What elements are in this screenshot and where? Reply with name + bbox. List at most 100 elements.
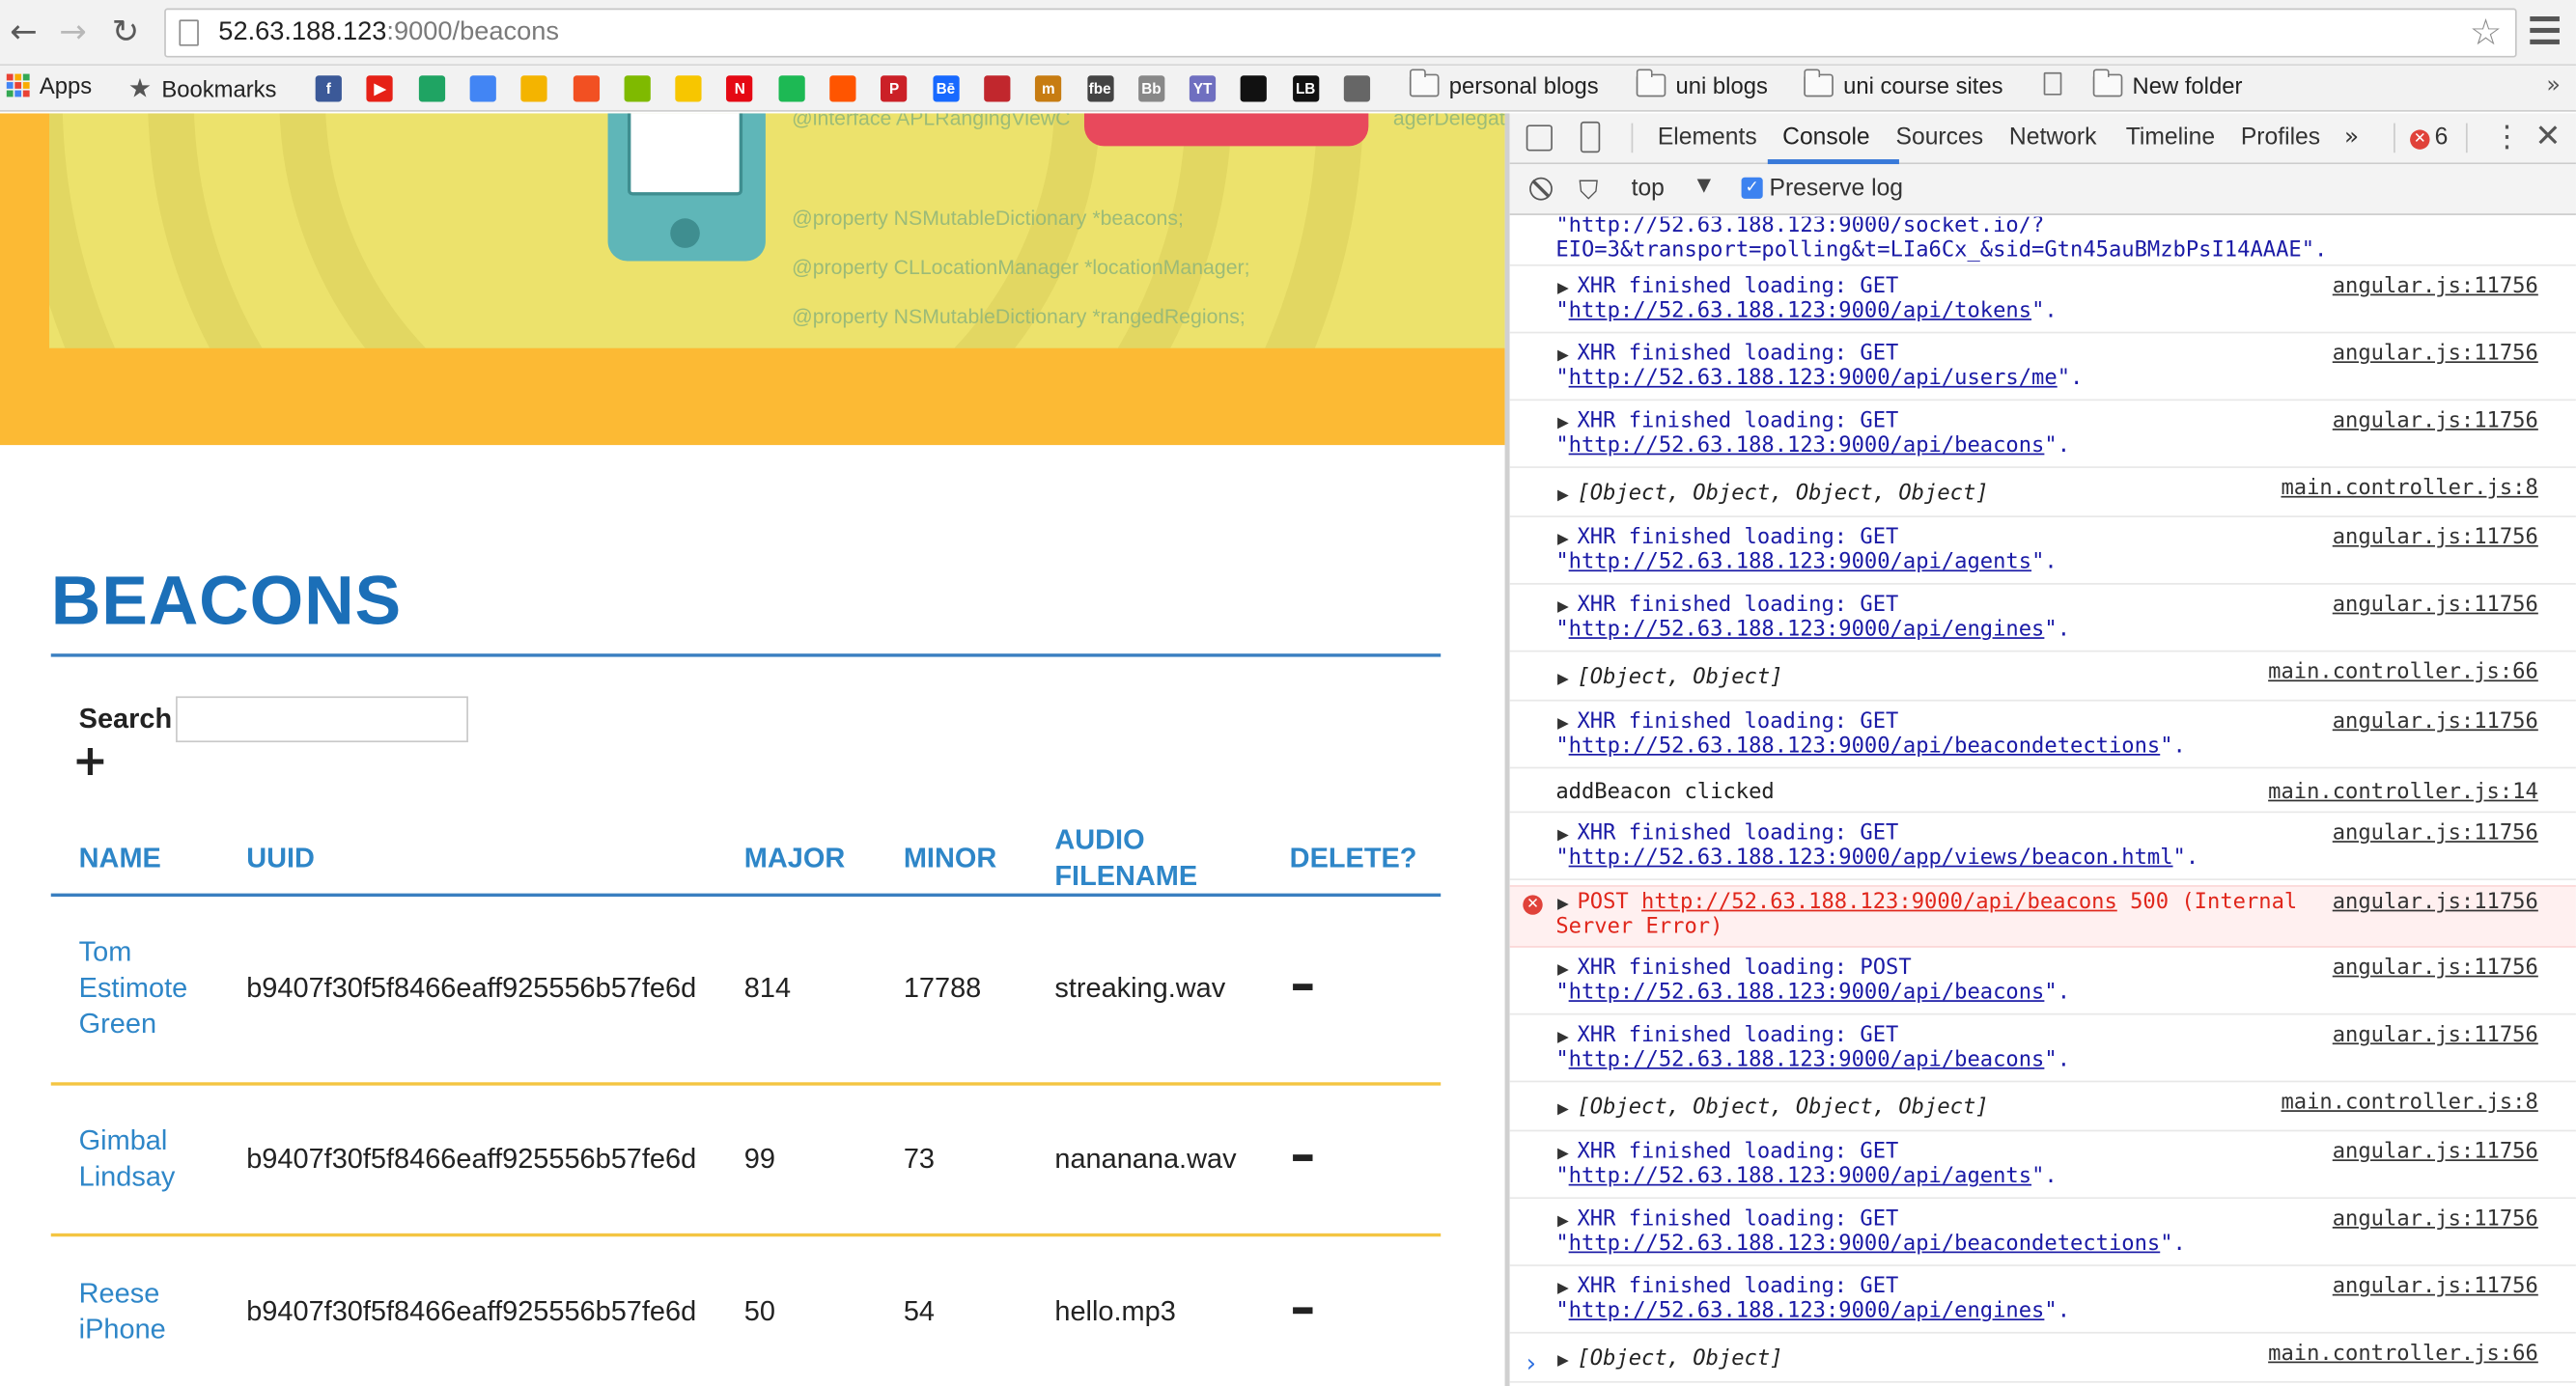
console-object-preview[interactable]: [Object, Object, Object, Object] bbox=[1577, 1095, 1988, 1121]
reload-icon[interactable]: ↻ bbox=[112, 14, 140, 49]
bookmark-blank-page[interactable] bbox=[2043, 71, 2062, 96]
bookmark-favicon-icon[interactable]: Bē bbox=[932, 75, 959, 102]
bookmark-favicon-icon[interactable] bbox=[984, 75, 1011, 102]
forward-icon[interactable]: → bbox=[59, 14, 87, 49]
console-source-link[interactable]: angular.js:11756 bbox=[2333, 593, 2538, 618]
console-entry[interactable]: ▶ XHR finished loading: GET "http://52.63.… bbox=[1509, 707, 2576, 769]
bookmark-folder-personal-blogs[interactable]: personal blogs bbox=[1409, 69, 1599, 98]
console-source-link[interactable]: angular.js:11756 bbox=[2333, 342, 2538, 367]
back-icon[interactable]: ← bbox=[10, 14, 38, 49]
console-url-link[interactable]: http://52.63.188.123:9000/api/engines bbox=[1569, 1299, 2045, 1324]
console-url-line[interactable]: EIO=3&transport=polling&t=LIa6Cx_&sid=Gt… bbox=[1555, 238, 2327, 263]
tab-timeline[interactable]: Timeline bbox=[2126, 125, 2215, 151]
console-url-line[interactable]: "http://52.63.188.123:9000/api/engines". bbox=[1555, 618, 2070, 643]
console-url-line[interactable]: "http://52.63.188.123:9000/api/beacondet… bbox=[1555, 1232, 2186, 1257]
console-source-link[interactable]: angular.js:11756 bbox=[2333, 890, 2538, 915]
bookmarks-overflow-icon[interactable]: » bbox=[2546, 72, 2561, 98]
beacon-name-link[interactable]: Gimbal Lindsay bbox=[79, 1123, 176, 1196]
console-url-link[interactable]: http://52.63.188.123:9000/api/engines bbox=[1569, 618, 2045, 643]
bookmark-favicon-icon[interactable]: f bbox=[315, 75, 342, 102]
bookmark-star-icon[interactable]: ☆ bbox=[2470, 14, 2503, 55]
bookmark-folder-uni-course-sites[interactable]: uni course sites bbox=[1804, 69, 2003, 98]
console-url-link[interactable]: http://52.63.188.123:9000/api/beacondete… bbox=[1569, 1232, 2161, 1257]
console-url-line[interactable]: "http://52.63.188.123:9000/api/agents". bbox=[1555, 550, 2057, 575]
console-source-link[interactable]: angular.js:11756 bbox=[2333, 1023, 2538, 1048]
console-source-link[interactable]: angular.js:11756 bbox=[2333, 956, 2538, 981]
bookmark-favicon-icon[interactable]: Bb bbox=[1137, 75, 1165, 102]
tab-console[interactable]: Console bbox=[1782, 125, 1870, 151]
console-source-link[interactable]: main.controller.js:8 bbox=[2281, 476, 2537, 501]
add-beacon-icon[interactable]: + bbox=[72, 737, 108, 787]
bookmark-favicon-icon[interactable] bbox=[624, 75, 651, 102]
inspect-element-icon[interactable] bbox=[1526, 125, 1553, 152]
console-entry[interactable]: ▶ XHR finished loading: GET "http://52.63.… bbox=[1509, 1136, 2576, 1200]
console-url-line[interactable]: "http://52.63.188.123:9000/api/beacons". bbox=[1555, 433, 2070, 458]
console-url-line[interactable]: "http://52.63.188.123:9000/api/beacons". bbox=[1555, 981, 2070, 1006]
console-entry[interactable]: ✕ ▶ POST http://52.63.188.123:9000/api/bea… bbox=[1509, 885, 2576, 948]
console-url-link[interactable]: http://52.63.188.123:9000/api/beacons bbox=[1569, 981, 2045, 1006]
context-dropdown-icon[interactable]: ▼ bbox=[1697, 174, 1711, 195]
console-url-link[interactable]: http://52.63.188.123:9000/app/views/beac… bbox=[1569, 845, 2173, 871]
console-source-link[interactable]: angular.js:11756 bbox=[2333, 1140, 2538, 1165]
preserve-log-checkbox[interactable]: ✓ bbox=[1741, 177, 1763, 199]
bookmark-favicon-icon[interactable]: fbe bbox=[1086, 75, 1113, 102]
expand-arrow-icon[interactable]: ▶ bbox=[1557, 1098, 1569, 1123]
console-entry[interactable]: ▶ XHR finished loading: GET "http://52.63.… bbox=[1509, 818, 2576, 881]
console-entry[interactable]: ▶ [Object, Object, Object, Object] main.co… bbox=[1509, 1087, 2576, 1132]
bookmark-folder-new-folder[interactable]: New folder bbox=[2092, 69, 2242, 98]
console-url-line[interactable]: "http://52.63.188.123:9000/api/beacons". bbox=[1555, 1048, 2070, 1073]
more-tabs-icon[interactable]: » bbox=[2344, 125, 2359, 151]
console-url-link[interactable]: http://52.63.188.123:9000/api/beacons bbox=[1569, 1048, 2045, 1073]
console-entry[interactable]: ▶ XHR finished loading: GET "http://52.63.… bbox=[1509, 1020, 2576, 1083]
url-text[interactable]: 52.63.188.123:9000/beacons bbox=[218, 18, 559, 48]
address-bar[interactable]: 52.63.188.123:9000/beacons ☆ bbox=[164, 8, 2517, 58]
clear-console-icon[interactable] bbox=[1529, 177, 1553, 201]
bookmark-favicon-icon[interactable]: YT bbox=[1190, 75, 1217, 102]
bookmark-favicon-icon[interactable] bbox=[777, 75, 805, 102]
device-mode-icon[interactable] bbox=[1580, 121, 1601, 153]
tab-sources[interactable]: Sources bbox=[1896, 125, 1984, 151]
console-source-link[interactable]: main.controller.js:66 bbox=[2268, 1342, 2538, 1367]
bookmark-favicon-icon[interactable] bbox=[675, 75, 702, 102]
console-entry[interactable]: ▶ [Object, Object] main.controller.js:66 bbox=[1509, 657, 2576, 702]
console-object-preview[interactable]: [Object, Object] bbox=[1577, 665, 1782, 690]
chrome-menu-icon[interactable] bbox=[2530, 16, 2560, 51]
console-source-link[interactable]: angular.js:11756 bbox=[2333, 409, 2538, 434]
console-source-link[interactable]: angular.js:11756 bbox=[2333, 1274, 2538, 1299]
expand-arrow-icon[interactable]: ▶ bbox=[1557, 1350, 1569, 1375]
console-url-link[interactable]: http://52.63.188.123:9000/api/agents bbox=[1569, 1164, 2031, 1189]
error-count-badge[interactable]: ✕ 6 bbox=[2410, 125, 2448, 152]
bookmark-favicon-icon[interactable]: N bbox=[726, 75, 753, 102]
tab-network[interactable]: Network bbox=[2009, 125, 2096, 151]
console-entry[interactable]: ▶ XHR finished loading: GET "http://52.63.… bbox=[1509, 590, 2576, 652]
bookmark-favicon-icon[interactable]: P bbox=[881, 75, 908, 102]
bookmark-favicon-icon[interactable] bbox=[520, 75, 547, 102]
context-selector[interactable]: top bbox=[1632, 176, 1665, 202]
bookmark-apps[interactable]: Apps bbox=[6, 72, 92, 98]
console-url-link[interactable]: http://52.63.188.123:9000/api/beacondete… bbox=[1569, 735, 2161, 760]
console-url-line[interactable]: "http://52.63.188.123:9000/api/users/me"… bbox=[1555, 366, 2083, 391]
console-url-link[interactable]: http://52.63.188.123:9000/api/beacons bbox=[1641, 890, 2117, 915]
console-source-link[interactable]: angular.js:11756 bbox=[2333, 709, 2538, 735]
bookmark-favicon-icon[interactable] bbox=[469, 75, 496, 102]
bookmark-favicon-icon[interactable] bbox=[1343, 75, 1371, 102]
bookmark-favicon-icon[interactable]: LB bbox=[1292, 75, 1319, 102]
bookmark-favicon-icon[interactable] bbox=[829, 75, 856, 102]
console-entry[interactable]: addBeacon clicked main.controller.js:14 bbox=[1509, 773, 2576, 814]
console-url-line[interactable]: "http://52.63.188.123:9000/api/engines". bbox=[1555, 1299, 2070, 1324]
console-source-link[interactable]: angular.js:11756 bbox=[2333, 821, 2538, 846]
bookmark-favicon-icon[interactable] bbox=[572, 75, 600, 102]
delete-beacon-icon[interactable] bbox=[1293, 984, 1313, 991]
bookmark-favicon-icon[interactable] bbox=[418, 75, 445, 102]
console-entry[interactable]: ▶ XHR finished loading: GET "http://52.63.… bbox=[1509, 405, 2576, 468]
console-entry[interactable]: ▶ [Object, Object, Object, Object] main.co… bbox=[1509, 473, 2576, 517]
beacon-name-link[interactable]: Reese iPhone bbox=[79, 1276, 166, 1348]
search-input[interactable] bbox=[176, 696, 468, 743]
filter-icon[interactable]: ⛉ bbox=[1579, 174, 1598, 207]
console-source-link[interactable]: angular.js:11756 bbox=[2333, 525, 2538, 550]
delete-beacon-icon[interactable] bbox=[1293, 1154, 1313, 1161]
console-entry[interactable]: ▶ XHR finished loading: GET "http://52.63.… bbox=[1509, 339, 2576, 402]
tab-elements[interactable]: Elements bbox=[1658, 125, 1757, 151]
console-object-preview[interactable]: [Object, Object] bbox=[1577, 1346, 1782, 1372]
console-source-link[interactable]: angular.js:11756 bbox=[2333, 274, 2538, 299]
